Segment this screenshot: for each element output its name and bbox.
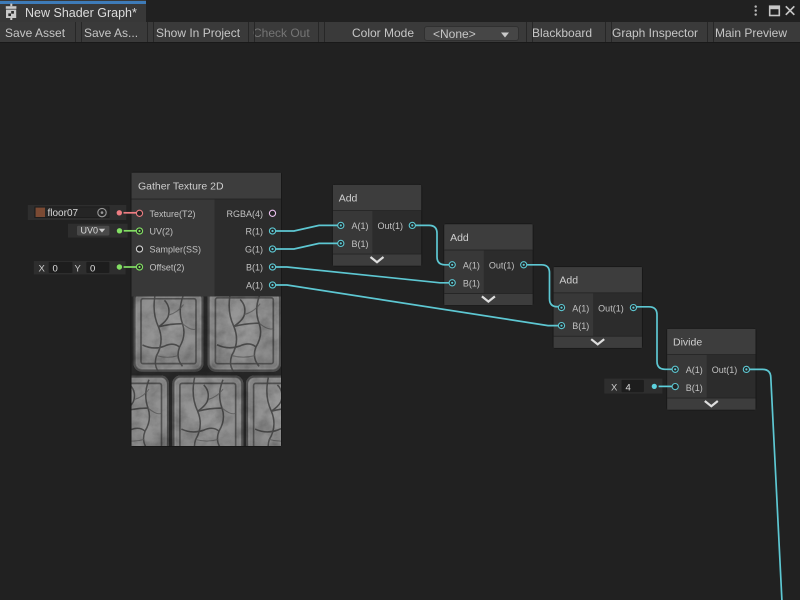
svg-text:B(1): B(1)	[352, 239, 369, 249]
svg-text:floor07: floor07	[48, 208, 79, 219]
svg-text:Out(1): Out(1)	[598, 303, 624, 313]
svg-text:B(1): B(1)	[246, 263, 263, 273]
svg-text:Sampler(SS): Sampler(SS)	[150, 245, 202, 255]
svg-text:Add: Add	[450, 232, 469, 244]
svg-text:0: 0	[90, 263, 95, 274]
svg-text:A(1): A(1)	[246, 281, 263, 291]
svg-text:Out(1): Out(1)	[712, 365, 738, 375]
svg-text:A(1): A(1)	[352, 221, 369, 231]
svg-text:Divide: Divide	[673, 337, 702, 349]
svg-text:Y: Y	[75, 263, 82, 274]
svg-text:G(1): G(1)	[245, 245, 263, 255]
svg-text:UV0: UV0	[81, 226, 99, 236]
svg-text:RGBA(4): RGBA(4)	[226, 209, 263, 219]
svg-text:Add: Add	[559, 275, 578, 287]
svg-text:0: 0	[53, 263, 58, 274]
svg-text:Add: Add	[339, 193, 358, 205]
svg-text:X: X	[39, 263, 46, 274]
svg-text:X: X	[611, 382, 618, 393]
svg-text:B(1): B(1)	[463, 278, 480, 288]
svg-text:A(1): A(1)	[463, 261, 480, 271]
svg-text:Out(1): Out(1)	[489, 261, 515, 271]
svg-text:R(1): R(1)	[246, 227, 264, 237]
svg-text:UV(2): UV(2)	[150, 227, 174, 237]
svg-text:Offset(2): Offset(2)	[150, 263, 185, 273]
svg-text:A(1): A(1)	[686, 365, 703, 375]
svg-text:4: 4	[626, 382, 631, 393]
svg-text:B(1): B(1)	[572, 321, 589, 331]
svg-text:B(1): B(1)	[686, 383, 703, 393]
svg-text:A(1): A(1)	[572, 303, 589, 313]
svg-text:Texture(T2): Texture(T2)	[150, 209, 196, 219]
svg-text:Out(1): Out(1)	[377, 221, 403, 231]
svg-text:Gather Texture 2D: Gather Texture 2D	[138, 181, 224, 193]
